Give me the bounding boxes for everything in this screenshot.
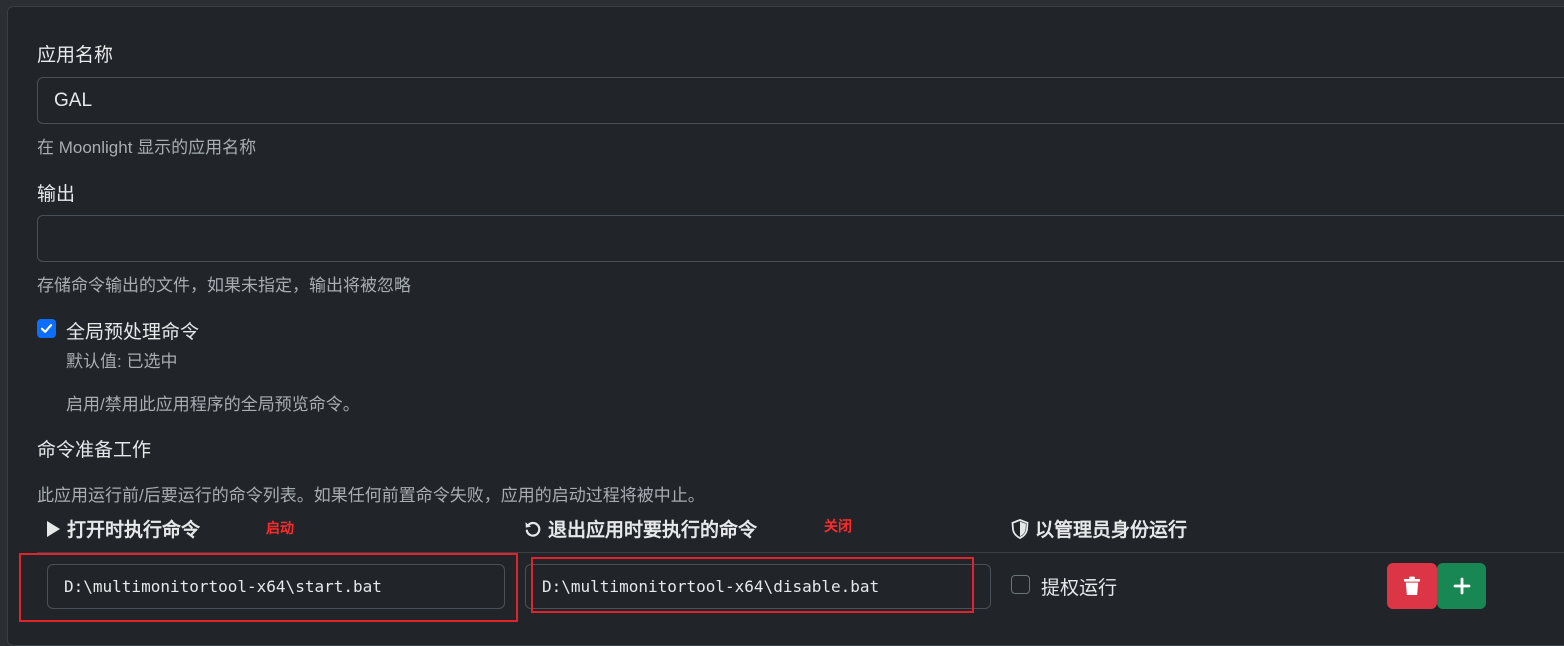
annotation-start: 启动	[266, 520, 294, 536]
highlight-close-command	[531, 557, 974, 613]
prep-cmd-title: 命令准备工作	[37, 440, 152, 461]
global-prep-checkbox[interactable]	[37, 319, 56, 338]
elevated-label: 提权运行	[1041, 578, 1118, 599]
column-header-do-label: 打开时执行命令	[67, 520, 201, 541]
check-icon	[40, 324, 53, 333]
output-label: 输出	[37, 184, 76, 205]
plus-icon	[1453, 577, 1470, 595]
app-name-input[interactable]: GAL	[37, 77, 1564, 124]
column-header-elevated: 以管理员身份运行	[1011, 515, 1187, 542]
output-input[interactable]	[37, 215, 1564, 262]
prep-cmd-description: 此应用运行前/后要运行的命令列表。如果任何前置命令失败，应用的启动过程将被中止。	[37, 486, 705, 505]
elevated-checkbox[interactable]	[1011, 575, 1030, 594]
play-icon	[47, 520, 60, 537]
app-name-label: 应用名称	[37, 45, 114, 66]
global-prep-label: 全局预处理命令	[66, 322, 200, 343]
trash-icon	[1404, 576, 1420, 595]
global-prep-default: 默认值: 已选中	[66, 352, 178, 371]
app-name-help: 在 Moonlight 显示的应用名称	[37, 138, 257, 157]
global-prep-description: 启用/禁用此应用程序的全局预览命令。	[66, 395, 360, 414]
highlight-start-command	[19, 553, 518, 622]
output-help: 存储命令输出的文件，如果未指定，输出将被忽略	[37, 276, 411, 295]
undo-icon	[525, 521, 541, 537]
add-command-button[interactable]	[1437, 563, 1486, 609]
shield-icon	[1011, 518, 1029, 539]
delete-command-button[interactable]	[1387, 563, 1437, 609]
column-header-do: 打开时执行命令	[45, 515, 200, 542]
column-header-undo: 退出应用时要执行的命令	[524, 515, 757, 542]
annotation-close: 关闭	[824, 518, 852, 534]
column-header-undo-label: 退出应用时要执行的命令	[548, 520, 758, 541]
column-header-elevated-label: 以管理员身份运行	[1035, 520, 1188, 541]
